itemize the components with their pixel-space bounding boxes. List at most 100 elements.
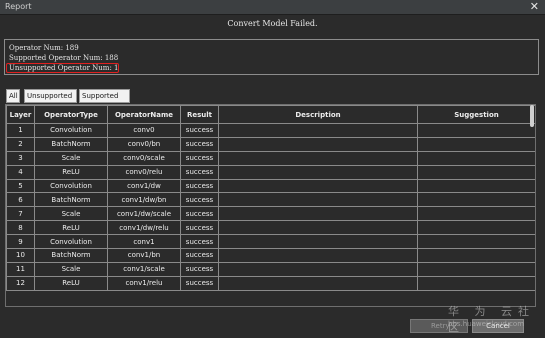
suggestion-cell: [417, 220, 535, 236]
operator-type-cell: BatchNorm: [34, 192, 108, 208]
result-cell: success: [180, 123, 219, 138]
operator-name-cell: conv1/bn: [107, 248, 181, 263]
result-cell: success: [180, 234, 219, 250]
operator-type-cell: Scale: [34, 150, 108, 166]
layer-cell: 2: [6, 136, 35, 152]
suggestion-cell: [417, 150, 535, 166]
description-cell: [218, 164, 418, 180]
operator-name-cell: conv1/scale: [107, 261, 181, 277]
operator-type-cell: Convolution: [34, 123, 108, 138]
operator-summary-panel: Operator Num: 189 Supported Operator Num…: [4, 39, 539, 75]
suggestion-cell: [417, 206, 535, 222]
suggestion-cell: [417, 248, 535, 263]
table-row[interactable]: 11 Scale conv1/scale success: [6, 261, 535, 277]
operator-name-cell: conv1/relu: [107, 275, 181, 291]
operator-name-cell: conv1/dw: [107, 178, 181, 194]
operator-num-text: Operator Num: 189: [9, 44, 79, 52]
suggestion-cell: [417, 192, 535, 208]
description-cell: [218, 220, 418, 236]
unsupported-highlight-box: [6, 63, 119, 73]
operator-type-cell: Convolution: [34, 178, 108, 194]
result-cell: success: [180, 261, 219, 277]
result-cell: success: [180, 275, 219, 291]
operator-name-cell: conv1/dw/bn: [107, 192, 181, 208]
suggestion-cell: [417, 178, 535, 194]
result-cell: success: [180, 206, 219, 222]
convert-status-heading: Convert Model Failed.: [227, 19, 318, 28]
table-row[interactable]: 6 BatchNorm conv1/dw/bn success: [6, 192, 535, 208]
tab-unsupported[interactable]: Unsupported: [24, 89, 77, 103]
result-cell: success: [180, 248, 219, 263]
operator-type-cell: ReLU: [34, 164, 108, 180]
table-row[interactable]: 12 ReLU conv1/relu success: [6, 275, 535, 291]
table-row[interactable]: 2 BatchNorm conv0/bn success: [6, 136, 535, 152]
operator-type-cell: ReLU: [34, 275, 108, 291]
report-window: Convert Model Failed. Operator Num: 189 …: [0, 15, 545, 338]
operator-table: Layer OperatorType OperatorName Result D…: [6, 105, 535, 291]
layer-cell: 5: [6, 178, 35, 194]
operator-name-cell: conv0: [107, 123, 181, 138]
tab-supported[interactable]: Supported: [79, 89, 130, 103]
layer-cell: 8: [6, 220, 35, 236]
suggestion-cell: [417, 275, 535, 291]
description-cell: [218, 136, 418, 152]
suggestion-cell: [417, 164, 535, 180]
result-cell: success: [180, 136, 219, 152]
result-cell: success: [180, 192, 219, 208]
operator-name-cell: conv0/scale: [107, 150, 181, 166]
operator-name-cell: conv0/relu: [107, 164, 181, 180]
table-row[interactable]: 5 Convolution conv1/dw success: [6, 178, 535, 194]
column-header-description[interactable]: Description: [218, 105, 418, 124]
table-row[interactable]: 7 Scale conv1/dw/scale success: [6, 206, 535, 222]
layer-cell: 3: [6, 150, 35, 166]
operator-type-cell: ReLU: [34, 220, 108, 236]
layer-cell: 6: [6, 192, 35, 208]
suggestion-cell: [417, 123, 535, 138]
operator-name-cell: conv1/dw/relu: [107, 220, 181, 236]
description-cell: [218, 275, 418, 291]
layer-cell: 11: [6, 261, 35, 277]
result-cell: success: [180, 178, 219, 194]
description-cell: [218, 192, 418, 208]
result-cell: success: [180, 220, 219, 236]
description-cell: [218, 206, 418, 222]
description-cell: [218, 248, 418, 263]
watermark-url: bbs.huaweicloud.com: [448, 320, 525, 328]
column-header-operator-type[interactable]: OperatorType: [34, 105, 108, 124]
table-row[interactable]: 1 Convolution conv0 success: [6, 123, 535, 138]
tab-all[interactable]: All: [6, 89, 20, 103]
operator-table-container[interactable]: Layer OperatorType OperatorName Result D…: [5, 104, 536, 307]
result-cell: success: [180, 164, 219, 180]
window-title: Report: [5, 2, 32, 11]
table-row[interactable]: 10 BatchNorm conv1/bn success: [6, 248, 535, 263]
table-row[interactable]: 4 ReLU conv0/relu success: [6, 164, 535, 180]
watermark-logo-text: 华 为 云社区: [448, 305, 535, 334]
layer-cell: 7: [6, 206, 35, 222]
table-header-row: Layer OperatorType OperatorName Result D…: [6, 105, 535, 124]
operator-type-cell: Scale: [34, 206, 108, 222]
column-header-layer[interactable]: Layer: [6, 105, 35, 124]
title-bar: Report ✕: [0, 0, 545, 15]
table-row[interactable]: 3 Scale conv0/scale success: [6, 150, 535, 166]
suggestion-cell: [417, 261, 535, 277]
table-row[interactable]: 9 Convolution conv1 success: [6, 234, 535, 250]
close-icon[interactable]: ✕: [530, 0, 539, 14]
column-header-operator-name[interactable]: OperatorName: [107, 105, 181, 124]
layer-cell: 4: [6, 164, 35, 180]
column-header-result[interactable]: Result: [180, 105, 219, 124]
operator-type-cell: Convolution: [34, 234, 108, 250]
suggestion-cell: [417, 136, 535, 152]
operator-type-cell: BatchNorm: [34, 136, 108, 152]
operator-table-body: 1 Convolution conv0 success 2 BatchNorm conv0/…: [6, 123, 535, 291]
result-cell: success: [180, 150, 219, 166]
table-row[interactable]: 8 ReLU conv1/dw/relu success: [6, 220, 535, 236]
operator-type-cell: Scale: [34, 261, 108, 277]
description-cell: [218, 150, 418, 166]
operator-type-cell: BatchNorm: [34, 248, 108, 263]
suggestion-cell: [417, 234, 535, 250]
table-scrollbar[interactable]: [530, 105, 534, 127]
description-cell: [218, 123, 418, 138]
layer-cell: 12: [6, 275, 35, 291]
column-header-suggestion[interactable]: Suggestion: [417, 105, 535, 124]
description-cell: [218, 178, 418, 194]
